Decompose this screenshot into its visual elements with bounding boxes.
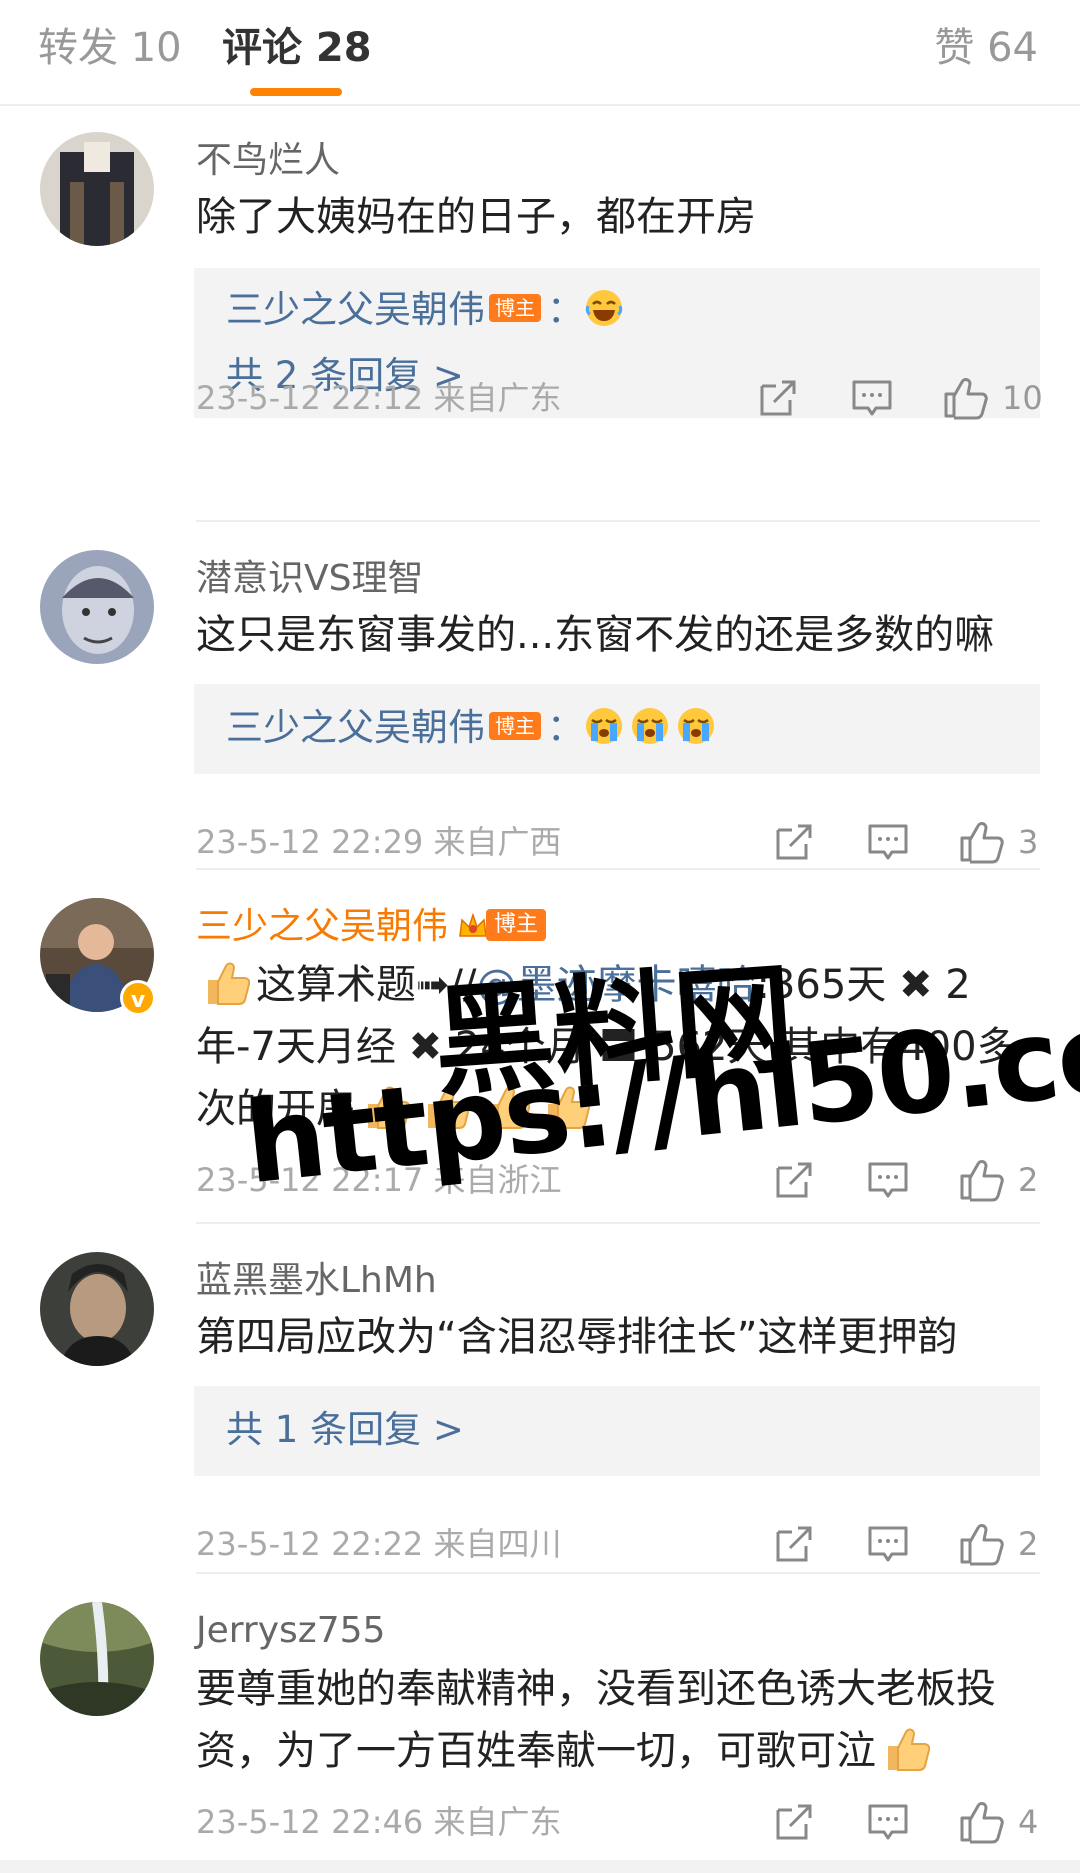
like-count: 10 xyxy=(1002,379,1043,417)
tab-bar: 转发 10 评论 28 赞 64 xyxy=(0,0,1080,106)
like-icon[interactable] xyxy=(958,1800,1006,1844)
share-icon[interactable] xyxy=(772,1522,816,1566)
comment-icon[interactable] xyxy=(866,820,910,864)
crying-emoji-icon xyxy=(676,706,716,746)
like-count: 4 xyxy=(1018,1803,1039,1841)
like-count: 3 xyxy=(1018,823,1039,861)
laugh-cry-emoji-icon xyxy=(584,288,624,328)
comment-meta: 23-5-12 22:46 来自广东 xyxy=(196,1803,562,1841)
crown-icon xyxy=(456,908,490,942)
tab-comments[interactable]: 评论 28 xyxy=(222,18,372,78)
blogger-badge: 博主 xyxy=(489,293,541,322)
view-replies-link[interactable]: 共 1 条回复 > xyxy=(226,1402,464,1458)
comment-icon[interactable] xyxy=(866,1158,910,1202)
reply-box[interactable]: 三少之父吴朝伟 博主： xyxy=(194,684,1040,774)
avatar[interactable] xyxy=(40,132,154,246)
comment-text: 这只是东窗事发的...东窗不发的还是多数的嘛 xyxy=(196,612,995,658)
divider xyxy=(196,520,1040,522)
username[interactable]: 不鸟烂人 xyxy=(196,136,340,186)
bottom-bar xyxy=(0,1860,1080,1873)
blogger-crown-badge: 博主 xyxy=(456,899,547,949)
tab-reposts[interactable]: 转发 10 xyxy=(38,18,182,78)
like-icon[interactable] xyxy=(958,1522,1006,1566)
comment-text-body: 要尊重她的奉献精神，没看到还色诱大老板投资，为了一方百姓奉献一切，可歌可泣 xyxy=(196,1666,996,1774)
like-count: 2 xyxy=(1018,1525,1039,1563)
username[interactable]: 潜意识VS理智 xyxy=(196,554,423,604)
crying-emoji-icon xyxy=(630,706,670,746)
comment-icon[interactable] xyxy=(850,376,894,420)
comment-item: 蓝黑墨水LhMh 第四局应改为“含泪忍辱排往长”这样更押韵 共 1 条回复 > … xyxy=(0,1252,1080,1552)
reply-author[interactable]: 三少之父吴朝伟 xyxy=(226,706,485,749)
comment-meta: 23-5-12 22:22 来自四川 xyxy=(196,1525,562,1563)
divider xyxy=(196,1572,1040,1574)
share-icon[interactable] xyxy=(756,376,800,420)
blogger-badge: 博主 xyxy=(489,711,541,740)
tab-likes[interactable]: 赞 64 xyxy=(934,18,1038,78)
comment-icon[interactable] xyxy=(866,1522,910,1566)
reply-colon: ： xyxy=(547,288,584,331)
avatar[interactable] xyxy=(40,550,154,664)
author-name: 三少之父吴朝伟 xyxy=(196,906,449,947)
comment-item: 不鸟烂人 除了大姨妈在的日子，都在开房 三少之父吴朝伟 博主： 共 2 条回复 >… xyxy=(0,132,1080,512)
blogger-badge: 博主 xyxy=(486,909,547,941)
divider xyxy=(196,868,1040,870)
share-icon[interactable] xyxy=(772,1800,816,1844)
comment-text: 第四局应改为“含泪忍辱排往长”这样更押韵 xyxy=(196,1314,958,1360)
verified-badge-icon: v xyxy=(120,980,156,1016)
divider xyxy=(196,1222,1040,1224)
comment-item: 潜意识VS理智 这只是东窗事发的...东窗不发的还是多数的嘛 三少之父吴朝伟 博主… xyxy=(0,550,1080,850)
comment-meta: 23-5-12 22:12 来自广东 xyxy=(196,379,562,417)
share-icon[interactable] xyxy=(772,1158,816,1202)
active-tab-indicator xyxy=(250,88,342,96)
avatar[interactable] xyxy=(40,1602,154,1716)
reply-box[interactable]: 共 1 条回复 > xyxy=(194,1386,1040,1476)
comment-item: Jerrysz755 要尊重她的奉献精神，没看到还色诱大老板投资，为了一方百姓奉… xyxy=(0,1602,1080,1862)
reply-author[interactable]: 三少之父吴朝伟 xyxy=(226,288,485,331)
like-icon[interactable] xyxy=(958,820,1006,864)
thumbs-up-emoji-icon xyxy=(882,1724,930,1774)
like-icon[interactable] xyxy=(958,1158,1006,1202)
comment-meta: 23-5-12 22:29 来自广西 xyxy=(196,823,562,861)
like-count: 2 xyxy=(1018,1161,1039,1199)
reply-colon: ： xyxy=(547,706,584,749)
comment-text: 除了大姨妈在的日子，都在开房 xyxy=(196,194,756,240)
comment-text: 要尊重她的奉献精神，没看到还色诱大老板投资，为了一方百姓奉献一切，可歌可泣 xyxy=(196,1658,1046,1782)
username[interactable]: 蓝黑墨水LhMh xyxy=(196,1256,437,1306)
avatar[interactable] xyxy=(40,1252,154,1366)
username[interactable]: Jerrysz755 xyxy=(196,1606,385,1656)
reply-line: 三少之父吴朝伟 博主： xyxy=(226,282,630,338)
crying-emoji-icon xyxy=(584,706,624,746)
share-icon[interactable] xyxy=(772,820,816,864)
comment-icon[interactable] xyxy=(866,1800,910,1844)
author-username[interactable]: 三少之父吴朝伟 博主 xyxy=(196,899,547,953)
like-icon[interactable] xyxy=(942,376,990,420)
thumbs-up-emoji-icon xyxy=(202,958,250,1008)
reply-line: 三少之父吴朝伟 博主： xyxy=(226,700,722,756)
